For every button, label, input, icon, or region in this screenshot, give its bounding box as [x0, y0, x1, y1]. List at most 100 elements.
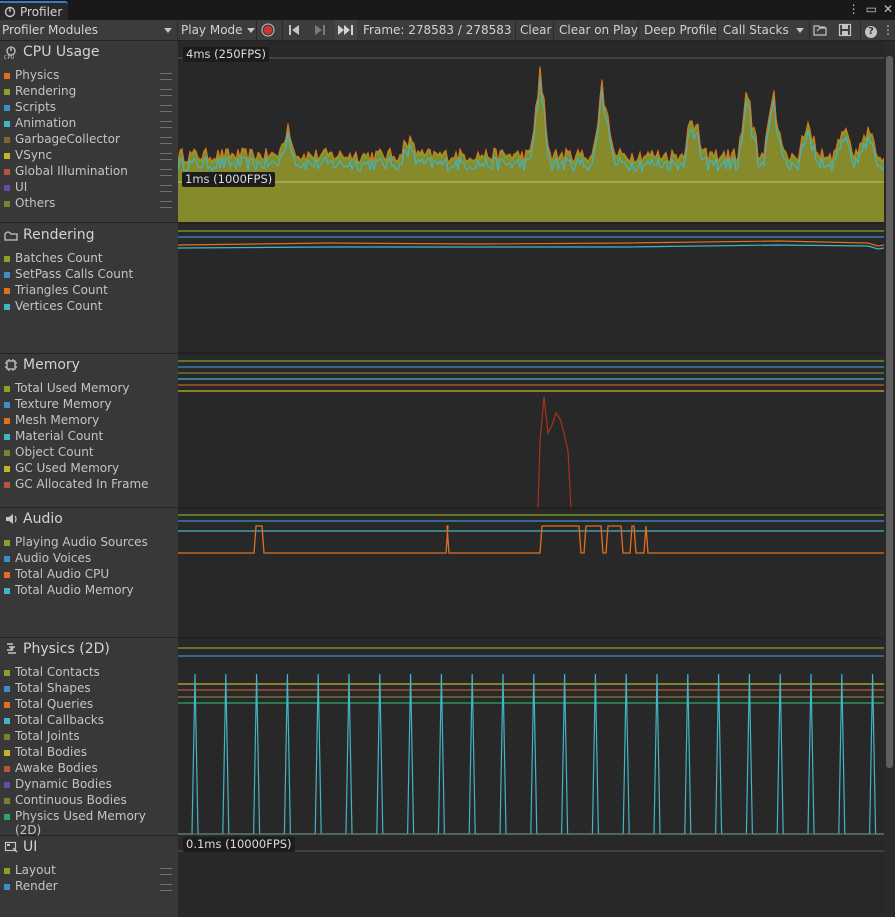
module-rendering[interactable]: Rendering Batches Count SetPass Calls Co… — [0, 224, 178, 354]
maximize-icon[interactable]: ▭ — [866, 2, 877, 18]
series-dynamic-bodies[interactable]: Dynamic Bodies — [4, 777, 174, 793]
drag-handle-icon[interactable] — [160, 169, 172, 176]
series-swatch — [4, 868, 10, 874]
current-frame-button[interactable] — [335, 20, 357, 40]
series-total-audio-memory[interactable]: Total Audio Memory — [4, 583, 174, 599]
module-title[interactable]: Physics (2D) — [4, 641, 110, 657]
module-title[interactable]: Memory — [4, 357, 80, 373]
series-label: Physics Used Memory (2D) — [15, 809, 146, 837]
drag-handle-icon[interactable] — [160, 121, 172, 128]
series-material-count[interactable]: Material Count — [4, 429, 174, 445]
series-total-audio-cpu[interactable]: Total Audio CPU — [4, 567, 174, 583]
series-setpass-calls-count[interactable]: SetPass Calls Count — [4, 267, 174, 283]
series-label: SetPass Calls Count — [15, 267, 134, 281]
audio-icon — [6, 514, 17, 524]
series-ui[interactable]: UI — [4, 180, 174, 196]
tab-profiler[interactable]: Profiler — [0, 1, 68, 20]
series-mesh-memory[interactable]: Mesh Memory — [4, 413, 174, 429]
series-continuous-bodies[interactable]: Continuous Bodies — [4, 793, 174, 809]
rendering-icon — [4, 231, 18, 241]
clear-button[interactable]: Clear — [520, 20, 551, 40]
drag-handle-icon[interactable] — [160, 137, 172, 144]
scrollbar-thumb[interactable] — [886, 56, 893, 768]
module-title[interactable]: UI — [4, 839, 37, 855]
module-physics-2d[interactable]: Physics (2D) Total Contacts Total Shapes… — [0, 638, 178, 837]
next-frame-button[interactable] — [313, 20, 329, 40]
drag-handle-icon[interactable] — [160, 73, 172, 80]
series-vertices-count[interactable]: Vertices Count — [4, 299, 174, 315]
series-animation[interactable]: Animation — [4, 116, 174, 132]
window-titlebar: Profiler ⋮ ▭ ✕ — [0, 0, 895, 20]
module-ui[interactable]: UI Layout Render — [0, 836, 178, 917]
series-scripts[interactable]: Scripts — [4, 100, 174, 116]
record-button[interactable] — [260, 20, 278, 40]
rendering-chart[interactable] — [178, 230, 884, 250]
drag-handle-icon[interactable] — [160, 884, 172, 891]
series-object-count[interactable]: Object Count — [4, 445, 174, 461]
series-total-queries[interactable]: Total Queries — [4, 697, 174, 713]
series-rendering[interactable]: Rendering — [4, 84, 174, 100]
module-title[interactable]: CPU CPU Usage — [4, 44, 100, 60]
module-name: Memory — [23, 357, 80, 373]
drag-handle-icon[interactable] — [160, 105, 172, 112]
load-button[interactable] — [813, 20, 831, 40]
series-others[interactable]: Others — [4, 196, 174, 212]
close-icon[interactable]: ✕ — [883, 2, 893, 18]
series-playing-audio-sources[interactable]: Playing Audio Sources — [4, 535, 174, 551]
series-swatch — [4, 766, 10, 772]
toolbar-more-button[interactable]: ⋮ — [882, 20, 894, 40]
series-awake-bodies[interactable]: Awake Bodies — [4, 761, 174, 777]
series-physics-used-memory-2d[interactable]: Physics Used Memory (2D) — [4, 809, 174, 837]
clear-on-play-toggle[interactable]: Clear on Play — [559, 20, 638, 40]
series-global-illumination[interactable]: Global Illumination — [4, 164, 174, 180]
memory-chart[interactable] — [178, 360, 884, 509]
series-render[interactable]: Render — [4, 879, 174, 895]
series-label: Total Bodies — [15, 745, 87, 759]
audio-chart[interactable] — [178, 514, 884, 554]
series-total-joints[interactable]: Total Joints — [4, 729, 174, 745]
series-texture-memory[interactable]: Texture Memory — [4, 397, 174, 413]
call-stacks-dropdown[interactable] — [794, 20, 806, 40]
series-total-shapes[interactable]: Total Shapes — [4, 681, 174, 697]
module-cpu-usage[interactable]: CPU CPU Usage Physics Rendering Scripts … — [0, 41, 178, 223]
series-gc-allocated-in-frame[interactable]: GC Allocated In Frame — [4, 477, 174, 493]
series-swatch — [4, 734, 10, 740]
series-garbagecollector[interactable]: GarbageCollector — [4, 132, 174, 148]
help-button[interactable]: ? — [865, 20, 881, 40]
drag-handle-icon[interactable] — [160, 153, 172, 160]
deep-profile-toggle[interactable]: Deep Profile — [644, 20, 717, 40]
more-options-icon[interactable]: ⋮ — [848, 2, 860, 18]
play-mode-dropdown[interactable]: Play Mode — [181, 20, 255, 40]
previous-frame-button[interactable] — [287, 20, 303, 40]
module-memory[interactable]: Memory Total Used Memory Texture Memory … — [0, 354, 178, 508]
series-total-callbacks[interactable]: Total Callbacks — [4, 713, 174, 729]
series-batches-count[interactable]: Batches Count — [4, 251, 174, 267]
series-audio-voices[interactable]: Audio Voices — [4, 551, 174, 567]
cpu-usage-chart[interactable] — [178, 57, 884, 222]
series-total-used-memory[interactable]: Total Used Memory — [4, 381, 174, 397]
series-total-bodies[interactable]: Total Bodies — [4, 745, 174, 761]
series-swatch — [4, 256, 10, 262]
series-total-contacts[interactable]: Total Contacts — [4, 665, 174, 681]
call-stacks-toggle[interactable]: Call Stacks — [723, 20, 789, 40]
series-swatch — [4, 153, 10, 159]
module-charts[interactable] — [178, 41, 884, 917]
series-vsync[interactable]: VSync — [4, 148, 174, 164]
module-title[interactable]: Rendering — [4, 227, 95, 243]
save-button[interactable] — [838, 20, 856, 40]
drag-handle-icon[interactable] — [160, 201, 172, 208]
physics-2d-chart[interactable] — [178, 647, 884, 835]
drag-handle-icon[interactable] — [160, 868, 172, 875]
drag-handle-icon[interactable] — [160, 89, 172, 96]
series-triangles-count[interactable]: Triangles Count — [4, 283, 174, 299]
module-title[interactable]: Audio — [4, 511, 63, 527]
profiler-modules-dropdown[interactable]: Profiler Modules — [2, 20, 174, 40]
series-label: Object Count — [15, 445, 94, 459]
series-layout[interactable]: Layout — [4, 863, 174, 879]
series-swatch — [4, 782, 10, 788]
series-gc-used-memory[interactable]: GC Used Memory — [4, 461, 174, 477]
module-audio[interactable]: Audio Playing Audio Sources Audio Voices… — [0, 508, 178, 638]
series-physics[interactable]: Physics — [4, 68, 174, 84]
drag-handle-icon[interactable] — [160, 185, 172, 192]
series-label: Rendering — [15, 84, 77, 98]
